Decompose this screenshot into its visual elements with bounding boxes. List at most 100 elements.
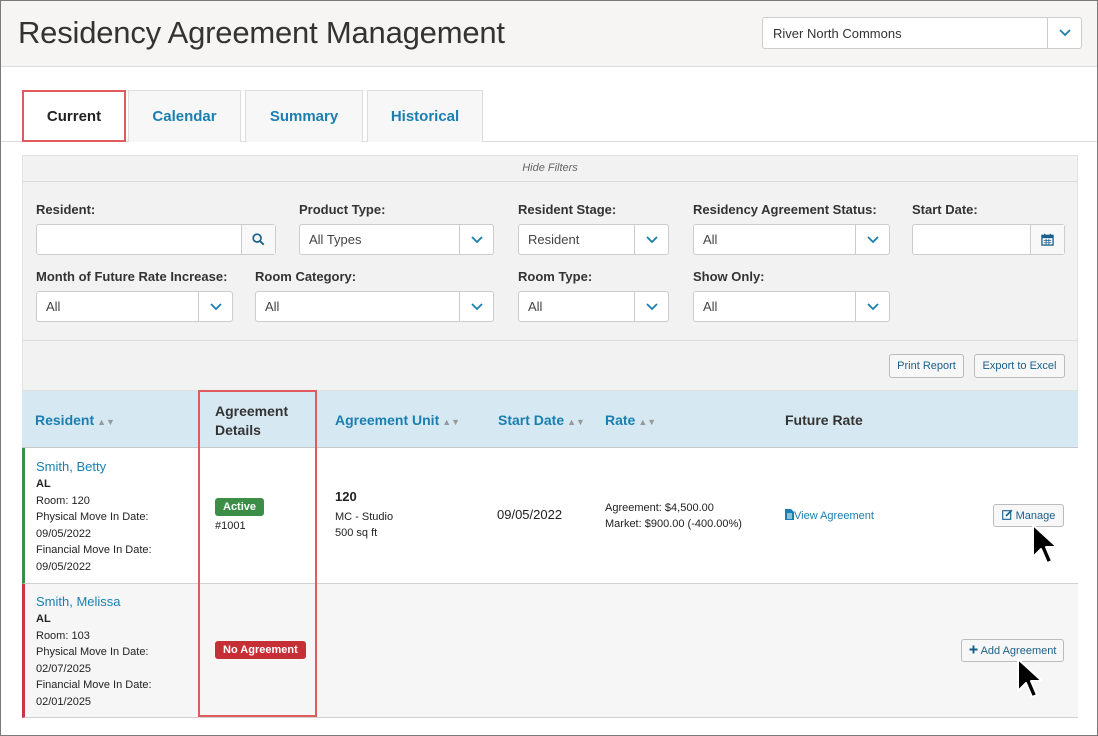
tab-current[interactable]: Current (22, 90, 126, 142)
rate-agreement: Agreement: $4,500.00 (605, 502, 714, 514)
future-rate-month-label: Month of Future Rate Increase: (36, 269, 228, 284)
room-type-label: Room Type: (518, 269, 593, 284)
add-agreement-button[interactable]: Add Agreement (961, 639, 1064, 662)
add-agreement-button-label: Add Agreement (980, 644, 1057, 657)
app-window: Residency Agreement Management River Nor… (0, 0, 1098, 736)
rate-header-label: Rate (605, 412, 636, 428)
tab-label: Current (46, 107, 102, 125)
export-excel-button[interactable]: Export to Excel (974, 354, 1065, 378)
resident-column-header[interactable]: Resident ▲▼ (35, 412, 115, 428)
future-rate-month-value: All (46, 299, 61, 314)
unit-type: MC - Studio (335, 511, 394, 523)
chevron-down-icon (634, 292, 668, 321)
resident-filter-label: Resident: (36, 202, 96, 217)
start-date-header-label: Start Date (498, 412, 565, 428)
agreement-status-label: Residency Agreement Status: (693, 202, 877, 217)
resident-stage-label: Resident Stage: (518, 202, 617, 217)
filters-divider (23, 340, 1077, 341)
care-level: AL (36, 478, 51, 490)
sort-icon: ▲▼ (442, 417, 461, 427)
resident-stage-select[interactable]: Resident (518, 224, 669, 255)
room-number: Room: 103 (36, 629, 90, 642)
show-only-value: All (703, 299, 718, 314)
financial-move-in-label: Financial Move In Date: (36, 679, 152, 691)
tab-label: Summary (269, 108, 339, 125)
document-icon (785, 509, 794, 525)
tab-calendar[interactable]: Calendar (128, 90, 241, 142)
page-title: Residency Agreement Management (18, 15, 505, 50)
resident-details: AL Room: 120 Physical Move In Date: 09/0… (36, 476, 152, 575)
future-rate-column-header: Future Rate (785, 412, 863, 428)
start-date-input[interactable] (912, 224, 1065, 255)
financial-move-in-label: Financial Move In Date: (36, 544, 152, 556)
care-level: AL (36, 613, 51, 625)
physical-move-in-date: 02/07/2025 (36, 662, 92, 675)
agreement-status-select[interactable]: All (693, 224, 890, 255)
view-agreement-label: View Agreement (794, 510, 874, 522)
room-type-value: All (528, 299, 543, 314)
rate-market: Market: $900.00 (-400.00%) (605, 518, 742, 530)
start-date-value: 09/05/2022 (497, 507, 563, 522)
agreement-details-column-header: Agreement Details (215, 402, 288, 440)
physical-move-in-label: Physical Move In Date: (36, 511, 149, 523)
table-row: Smith, Betty AL Room: 120 Physical Move … (22, 448, 1078, 584)
status-badge: No Agreement (215, 641, 306, 659)
resident-header-label: Resident (35, 412, 95, 428)
agreement-unit-column-header[interactable]: Agreement Unit ▲▼ (335, 412, 460, 428)
resident-name-link[interactable]: Smith, Betty (36, 459, 106, 474)
resident-details: AL Room: 103 Physical Move In Date: 02/0… (36, 611, 152, 710)
chevron-down-icon (459, 292, 493, 321)
start-date-label: Start Date: (912, 202, 978, 217)
agreement-details-header-line1: Agreement (215, 403, 289, 419)
chevron-down-icon (1047, 18, 1081, 48)
calendar-icon[interactable] (1030, 225, 1064, 254)
start-date-column-header[interactable]: Start Date ▲▼ (498, 412, 585, 428)
table-header: Resident ▲▼ Agreement Details Agreement U… (22, 391, 1078, 448)
show-only-select[interactable]: All (693, 291, 890, 322)
room-category-select[interactable]: All (255, 291, 494, 322)
rate-column-header[interactable]: Rate ▲▼ (605, 412, 656, 428)
view-agreement-link[interactable]: View Agreement (785, 508, 874, 525)
sort-icon: ▲▼ (567, 417, 585, 427)
financial-move-in-date: 02/01/2025 (36, 695, 92, 708)
physical-move-in-label: Physical Move In Date: (36, 646, 149, 658)
hide-filters-link[interactable]: Hide Filters (23, 162, 1077, 174)
room-category-label: Room Category: (255, 269, 357, 284)
community-select[interactable]: River North Commons (762, 17, 1082, 49)
room-type-select[interactable]: All (518, 291, 669, 322)
unit-size: 500 sq ft (335, 527, 378, 539)
table-row: Smith, Melissa AL Room: 103 Physical Mov… (22, 584, 1078, 718)
page-header: Residency Agreement Management River Nor… (1, 1, 1097, 67)
product-type-select[interactable]: All Types (299, 224, 494, 255)
sort-icon: ▲▼ (97, 417, 115, 427)
print-report-button[interactable]: Print Report (889, 354, 964, 378)
show-only-label: Show Only: (693, 269, 765, 284)
sort-icon: ▲▼ (638, 417, 657, 427)
tab-historical[interactable]: Historical (367, 90, 483, 142)
hide-filters-bar[interactable]: Hide Filters (23, 156, 1077, 182)
resident-name-link[interactable]: Smith, Melissa (36, 594, 121, 609)
manage-button-label: Manage (1015, 509, 1056, 522)
product-type-value: All Types (309, 232, 362, 247)
mouse-pointer-icon (1031, 523, 1061, 567)
unit-number: 120 (335, 489, 357, 504)
chevron-down-icon (459, 225, 493, 254)
filters-panel: Hide Filters Resident: Product Type: All… (22, 155, 1078, 391)
future-rate-month-select[interactable]: All (36, 291, 233, 322)
chevron-down-icon (855, 292, 889, 321)
agreement-details-header-line2: Details (215, 422, 261, 438)
product-type-label: Product Type: (299, 202, 386, 217)
tab-label: Calendar (152, 108, 217, 125)
resident-stage-value: Resident (528, 232, 580, 247)
tab-summary[interactable]: Summary (245, 90, 363, 142)
plus-icon (969, 645, 978, 657)
edit-icon (1001, 509, 1013, 523)
tab-label: Historical (390, 108, 460, 125)
physical-move-in-date: 09/05/2022 (36, 527, 92, 540)
status-badge: Active (215, 498, 265, 516)
search-icon[interactable] (241, 225, 275, 254)
chevron-down-icon (855, 225, 889, 254)
resident-search-input[interactable] (36, 224, 276, 255)
agreement-number: #1001 (215, 520, 246, 532)
room-number: Room: 120 (36, 494, 90, 507)
